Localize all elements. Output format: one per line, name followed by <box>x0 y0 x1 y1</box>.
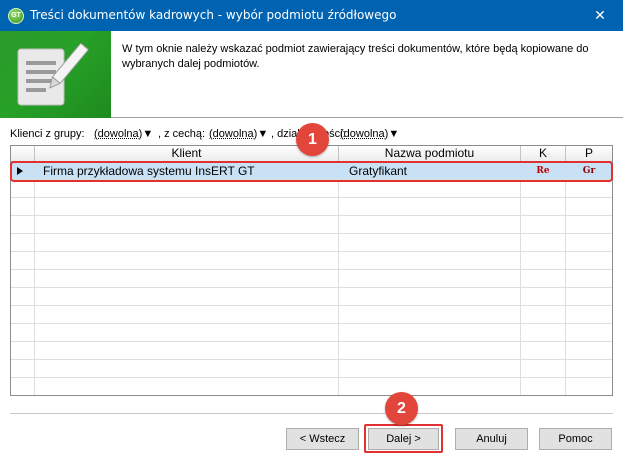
step-badge-1: 1 <box>296 123 329 156</box>
document-edit-icon <box>17 43 89 106</box>
column-header-p[interactable]: P <box>566 146 612 162</box>
column-header-indicator <box>11 146 35 162</box>
branch-filter-dropdown[interactable]: (dowolna)▼ <box>340 128 399 140</box>
row-highlight-frame <box>10 161 613 182</box>
empty-row <box>11 360 612 378</box>
empty-row <box>11 324 612 342</box>
step-badge-2: 2 <box>385 392 418 425</box>
feature-filter-value: (dowolna) <box>209 128 258 140</box>
column-header-client[interactable]: Klient <box>35 146 339 162</box>
clients-grid[interactable]: Klient Nazwa podmiotu K P Firma przykład… <box>10 145 613 396</box>
cancel-button[interactable]: Anuluj <box>455 428 528 450</box>
help-button[interactable]: Pomoc <box>539 428 612 450</box>
footer-divider <box>10 413 613 414</box>
group-filter-label: Klienci z grupy: <box>10 128 85 140</box>
chevron-down-icon: ▼ <box>257 128 269 140</box>
empty-row <box>11 180 612 198</box>
empty-row <box>11 306 612 324</box>
column-header-k[interactable]: K <box>521 146 566 162</box>
group-filter-dropdown[interactable]: (dowolna)▼ <box>94 128 153 140</box>
header-description: W tym oknie należy wskazać podmiot zawie… <box>122 43 589 70</box>
empty-row <box>11 378 612 395</box>
title-bar: GT Treści dokumentów kadrowych - wybór p… <box>0 0 623 31</box>
close-button[interactable]: ✕ <box>577 0 623 31</box>
feature-filter-dropdown[interactable]: (dowolna)▼ <box>209 128 268 140</box>
empty-row <box>11 234 612 252</box>
empty-row <box>11 252 612 270</box>
window-title: Treści dokumentów kadrowych - wybór podm… <box>30 8 397 22</box>
feature-filter-label: , z cechą: <box>158 128 206 140</box>
group-filter-value: (dowolna) <box>94 128 143 140</box>
empty-row <box>11 216 612 234</box>
app-icon: GT <box>8 8 24 24</box>
empty-row <box>11 342 612 360</box>
chevron-down-icon: ▼ <box>388 128 400 140</box>
empty-row <box>11 198 612 216</box>
branch-filter-value: (dowolna) <box>340 128 389 140</box>
next-button-highlight-frame <box>364 424 443 453</box>
chevron-down-icon: ▼ <box>142 128 154 140</box>
column-header-entity[interactable]: Nazwa podmiotu <box>339 146 521 162</box>
empty-row <box>11 288 612 306</box>
back-button[interactable]: < Wstecz <box>286 428 359 450</box>
empty-row <box>11 270 612 288</box>
wizard-banner <box>0 31 111 118</box>
wizard-header: W tym oknie należy wskazać podmiot zawie… <box>0 31 623 118</box>
